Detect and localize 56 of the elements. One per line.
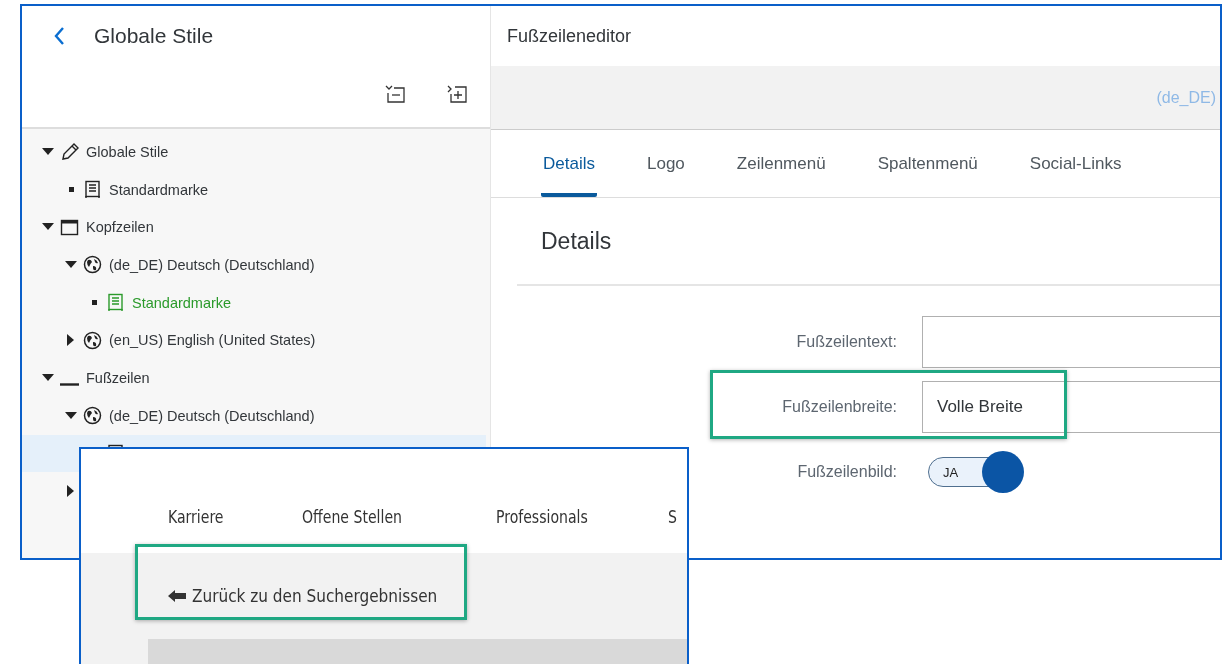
pencil-icon [60, 142, 79, 162]
bullet-icon [68, 187, 74, 193]
list-document-icon [106, 293, 125, 313]
locale-label: (de_DE) [1156, 88, 1216, 107]
globe-icon [83, 255, 102, 275]
expand-arrow-icon[interactable] [67, 485, 75, 498]
collapse-arrow-icon[interactable] [42, 147, 54, 156]
underline-icon [60, 383, 79, 387]
editor-title: Fußzeileneditor [507, 25, 632, 47]
tree-row[interactable]: Globale Stile [22, 133, 486, 171]
panel-title: Globale Stile [94, 24, 214, 48]
nav-link[interactable]: Karriere [168, 507, 224, 553]
tree-row[interactable]: (de_DE) Deutsch (Deutschland) [22, 246, 486, 284]
window-icon [60, 217, 79, 237]
collapse-all-icon[interactable] [384, 84, 406, 104]
tree-row[interactable]: (de_DE) Deutsch (Deutschland) [22, 396, 486, 435]
collapse-arrow-icon[interactable] [65, 260, 77, 269]
section-title: Details [541, 227, 612, 255]
globe-icon [83, 406, 102, 426]
collapse-arrow-icon[interactable] [42, 373, 54, 382]
tab[interactable]: Spaltenmenü [875, 130, 980, 197]
nav-link[interactable]: Professionals [496, 507, 588, 553]
tree-row[interactable]: Kopfzeilen [22, 208, 486, 247]
tree-item-label[interactable]: Fußzeilen [86, 369, 150, 386]
tab[interactable]: Social-Links [1027, 130, 1124, 197]
tree-item-label[interactable]: Standardmarke [132, 294, 232, 311]
tree-item-label[interactable]: Standardmarke [109, 181, 209, 198]
bullet-icon [91, 300, 97, 306]
input-field[interactable]: Volle Breite [922, 381, 1220, 433]
collapse-arrow-icon[interactable] [42, 223, 54, 232]
nav-link[interactable]: Offene Stellen [302, 507, 403, 553]
back-link[interactable]: Zurück zu den Suchergebnissen [168, 586, 438, 606]
tab[interactable]: Zeilenmenü [734, 130, 828, 197]
list-document-icon [83, 180, 102, 200]
tree-item-label[interactable]: (en_US) English (United States) [109, 332, 316, 349]
expand-arrow-icon[interactable] [67, 334, 75, 347]
arrow-left-icon [168, 590, 186, 602]
nav-link[interactable]: S [667, 507, 677, 553]
tree-item-label[interactable]: (de_DE) Deutsch (Deutschland) [109, 407, 315, 424]
field-label: Fußzeilentext: [795, 333, 897, 351]
tree-item-label[interactable]: (de_DE) Deutsch (Deutschland) [109, 256, 315, 273]
back-icon[interactable] [52, 25, 66, 47]
tree-item-label[interactable]: Kopfzeilen [86, 219, 154, 236]
tab[interactable]: Logo [644, 130, 687, 197]
field-label: Fußzeilenbreite: [781, 398, 897, 416]
field-label: Fußzeilenbild: [796, 463, 897, 481]
tree-row[interactable]: Standardmarke [22, 170, 486, 209]
collapse-arrow-icon[interactable] [65, 411, 77, 420]
tree-row[interactable]: Standardmarke [22, 283, 486, 322]
input-field[interactable] [922, 316, 1220, 368]
globe-icon [83, 330, 102, 350]
tab[interactable]: Details [541, 130, 597, 197]
tree-item-label[interactable]: Globale Stile [86, 143, 169, 160]
expand-all-icon[interactable] [446, 84, 468, 104]
tree-row[interactable]: Fußzeilen [22, 359, 486, 397]
tree-row[interactable]: (en_US) English (United States) [22, 321, 486, 360]
